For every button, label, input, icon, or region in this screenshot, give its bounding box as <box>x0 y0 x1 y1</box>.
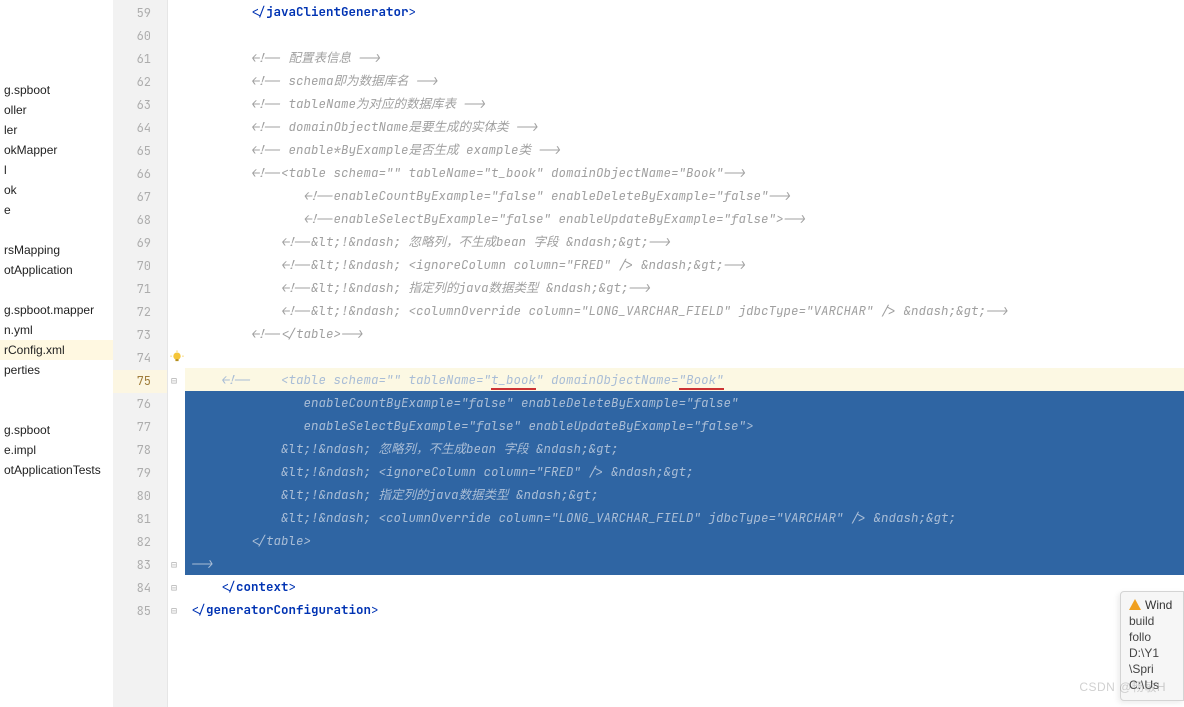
line-number[interactable]: 75 <box>113 370 167 393</box>
project-tree-item[interactable] <box>0 400 113 420</box>
line-number[interactable]: 72 <box>113 301 167 324</box>
line-number[interactable]: 71 <box>113 278 167 301</box>
project-tree-item[interactable] <box>0 60 113 80</box>
line-number[interactable]: 78 <box>113 439 167 462</box>
line-number[interactable]: 62 <box>113 71 167 94</box>
project-tree-item[interactable]: okMapper <box>0 140 113 160</box>
project-tree-item[interactable] <box>0 280 113 300</box>
notification-line: follo <box>1129 630 1183 644</box>
line-number[interactable]: 69 <box>113 232 167 255</box>
code-line[interactable]: &lt;!&ndash; 忽略列，不生成bean 字段 &ndash;&gt; <box>185 437 1184 460</box>
line-number[interactable]: 65 <box>113 140 167 163</box>
project-tree-item[interactable]: ler <box>0 120 113 140</box>
code-line[interactable]: <!--&lt;!&ndash; 指定列的java数据类型 &ndash;&gt… <box>185 276 1184 299</box>
project-tree-item[interactable]: rsMapping <box>0 240 113 260</box>
code-line[interactable]: <!-- tableName为对应的数据库表 --> <box>185 92 1184 115</box>
project-tree-item[interactable]: g.spboot.mapper <box>0 300 113 320</box>
line-number[interactable]: 82 <box>113 531 167 554</box>
line-number[interactable]: 74 <box>113 347 167 370</box>
fold-marker-icon[interactable]: ⊟ <box>171 558 181 568</box>
code-line[interactable]: <!--&lt;!&ndash; 忽略列，不生成bean 字段 &ndash;&… <box>185 230 1184 253</box>
intention-bulb-icon[interactable] <box>170 350 184 364</box>
notification-line: \Spri <box>1129 662 1183 676</box>
code-line[interactable]: enableCountByExample="false" enableDelet… <box>185 391 1184 414</box>
ide-root: g.spbootollerlerokMapperloke rsMappingot… <box>0 0 1184 707</box>
project-tree-item[interactable]: g.spboot <box>0 420 113 440</box>
line-number[interactable]: 76 <box>113 393 167 416</box>
line-number[interactable]: 81 <box>113 508 167 531</box>
code-line[interactable]: <!--<table schema="" tableName="t_book" … <box>185 161 1184 184</box>
code-line[interactable]: &lt;!&ndash; <columnOverride column="LON… <box>185 506 1184 529</box>
code-line[interactable] <box>185 23 1184 46</box>
line-number[interactable]: 64 <box>113 117 167 140</box>
project-tree-item[interactable]: ok <box>0 180 113 200</box>
line-number[interactable]: 63 <box>113 94 167 117</box>
project-tree-item[interactable]: oller <box>0 100 113 120</box>
project-tree-item[interactable]: l <box>0 160 113 180</box>
notification-line: C:\Us <box>1129 678 1183 692</box>
code-line[interactable]: &lt;!&ndash; <ignoreColumn column="FRED"… <box>185 460 1184 483</box>
line-number[interactable]: 61 <box>113 48 167 71</box>
project-tree-item[interactable]: n.yml <box>0 320 113 340</box>
code-line[interactable]: <!-- <table schema="" tableName="t_book"… <box>185 368 1184 391</box>
project-tree-item[interactable]: rConfig.xml <box>0 340 113 360</box>
fold-marker-icon[interactable]: ⊟ <box>171 581 181 591</box>
line-number[interactable]: 85 <box>113 600 167 623</box>
code-line[interactable]: enableSelectByExample="false" enableUpda… <box>185 414 1184 437</box>
line-number[interactable]: 67 <box>113 186 167 209</box>
notification-title: Wind <box>1145 598 1172 612</box>
code-line[interactable]: <!--enableCountByExample="false" enableD… <box>185 184 1184 207</box>
code-line[interactable] <box>185 345 1184 368</box>
project-tree[interactable]: g.spbootollerlerokMapperloke rsMappingot… <box>0 0 113 707</box>
code-line[interactable]: <!-- 配置表信息 --> <box>185 46 1184 69</box>
code-line[interactable]: <!--&lt;!&ndash; <columnOverride column=… <box>185 299 1184 322</box>
fold-marker-icon[interactable]: ⊟ <box>171 604 181 614</box>
project-tree-item[interactable]: e <box>0 200 113 220</box>
code-line[interactable]: </generatorConfiguration> <box>185 598 1184 621</box>
code-line[interactable]: <!-- schema即为数据库名 --> <box>185 69 1184 92</box>
code-line[interactable]: <!--enableSelectByExample="false" enable… <box>185 207 1184 230</box>
editor-area[interactable]: 5960616263646566676869707172737475767778… <box>113 0 1184 707</box>
project-tree-item[interactable]: otApplicationTests <box>0 460 113 480</box>
code-line[interactable]: --> <box>185 552 1184 575</box>
project-tree-item[interactable] <box>0 380 113 400</box>
line-number[interactable]: 79 <box>113 462 167 485</box>
project-tree-item[interactable] <box>0 40 113 60</box>
editor-gutter[interactable]: 5960616263646566676869707172737475767778… <box>113 0 167 707</box>
fold-marker-icon[interactable]: ⊟ <box>171 374 181 384</box>
notification-line: D:\Y1 <box>1129 646 1183 660</box>
code-line[interactable]: <!--</table>--> <box>185 322 1184 345</box>
project-tree-item[interactable]: otApplication <box>0 260 113 280</box>
code-line[interactable]: </javaClientGenerator> <box>185 0 1184 23</box>
line-number[interactable]: 60 <box>113 25 167 48</box>
line-number[interactable]: 59 <box>113 2 167 25</box>
project-tree-item[interactable] <box>0 20 113 40</box>
notification-popup[interactable]: Wind build follo D:\Y1 \Spri C:\Us <box>1120 591 1184 701</box>
line-number[interactable]: 73 <box>113 324 167 347</box>
code-line[interactable]: &lt;!&ndash; 指定列的java数据类型 &ndash;&gt; <box>185 483 1184 506</box>
gutter-markers[interactable]: ⊟ ⊟ ⊟ ⊟ <box>167 0 185 707</box>
line-number[interactable]: 70 <box>113 255 167 278</box>
code-line[interactable]: </context> <box>185 575 1184 598</box>
line-number[interactable]: 83 <box>113 554 167 577</box>
project-tree-item[interactable] <box>0 0 113 20</box>
line-number[interactable]: 84 <box>113 577 167 600</box>
notification-line: build <box>1129 614 1183 628</box>
project-tree-item[interactable]: g.spboot <box>0 80 113 100</box>
line-number[interactable]: 80 <box>113 485 167 508</box>
line-number[interactable]: 68 <box>113 209 167 232</box>
code-line[interactable]: <!-- domainObjectName是要生成的实体类 --> <box>185 115 1184 138</box>
project-tree-item[interactable] <box>0 220 113 240</box>
code-line[interactable]: <!--&lt;!&ndash; <ignoreColumn column="F… <box>185 253 1184 276</box>
code-line[interactable]: </table> <box>185 529 1184 552</box>
warning-icon <box>1129 599 1141 610</box>
line-number[interactable]: 66 <box>113 163 167 186</box>
code-line[interactable]: <!-- enable*ByExample是否生成 example类 --> <box>185 138 1184 161</box>
project-tree-item[interactable]: e.impl <box>0 440 113 460</box>
project-tree-item[interactable]: perties <box>0 360 113 380</box>
line-number[interactable]: 77 <box>113 416 167 439</box>
code-area[interactable]: </javaClientGenerator> <!-- 配置表信息 --> <!… <box>185 0 1184 707</box>
